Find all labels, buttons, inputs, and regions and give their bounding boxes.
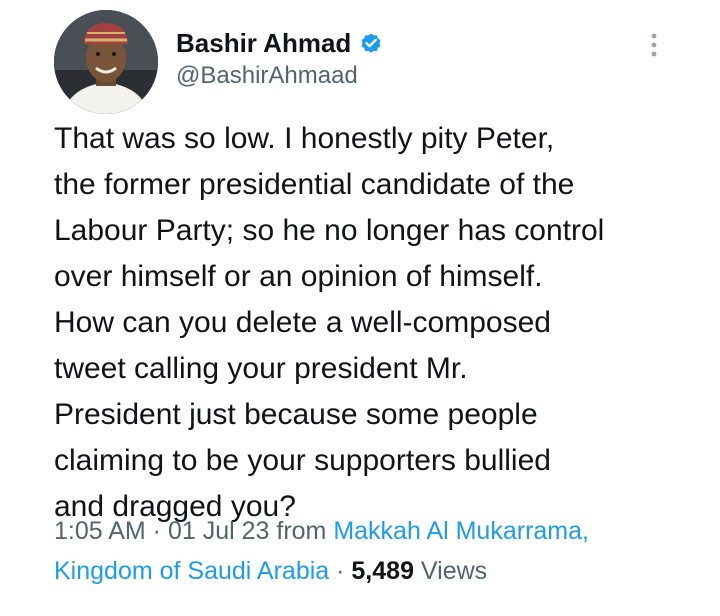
from-label: from xyxy=(269,517,334,545)
views-count[interactable]: 5,489 xyxy=(351,557,414,585)
tweet-meta: 1:05 AM · 01 Jul 23 from Makkah Al Mukar… xyxy=(54,511,674,591)
tweet-date[interactable]: 01 Jul 23 xyxy=(168,517,269,545)
tweet-card: Bashir Ahmad @BashirAhmaad That was so l… xyxy=(0,0,720,616)
verified-badge-icon xyxy=(359,31,383,55)
avatar[interactable] xyxy=(54,10,158,114)
meta-separator-2: · xyxy=(329,557,352,585)
tweet-text: That was so low. I honestly pity Peter, … xyxy=(54,122,605,523)
meta-separator: · xyxy=(145,517,168,545)
name-row: Bashir Ahmad xyxy=(176,26,383,60)
location-link-line2[interactable]: Kingdom of Saudi Arabia xyxy=(54,557,329,585)
location-link-line1[interactable]: Makkah Al Mukarrama, xyxy=(333,517,589,545)
author-block: Bashir Ahmad @BashirAhmaad xyxy=(176,26,383,90)
views-label: Views xyxy=(413,557,488,585)
tweet-time[interactable]: 1:05 AM xyxy=(54,517,146,545)
author-handle[interactable]: @BashirAhmaad xyxy=(176,62,383,90)
avatar-image xyxy=(54,10,158,114)
more-options-icon[interactable] xyxy=(644,30,664,60)
display-name[interactable]: Bashir Ahmad xyxy=(176,28,351,59)
